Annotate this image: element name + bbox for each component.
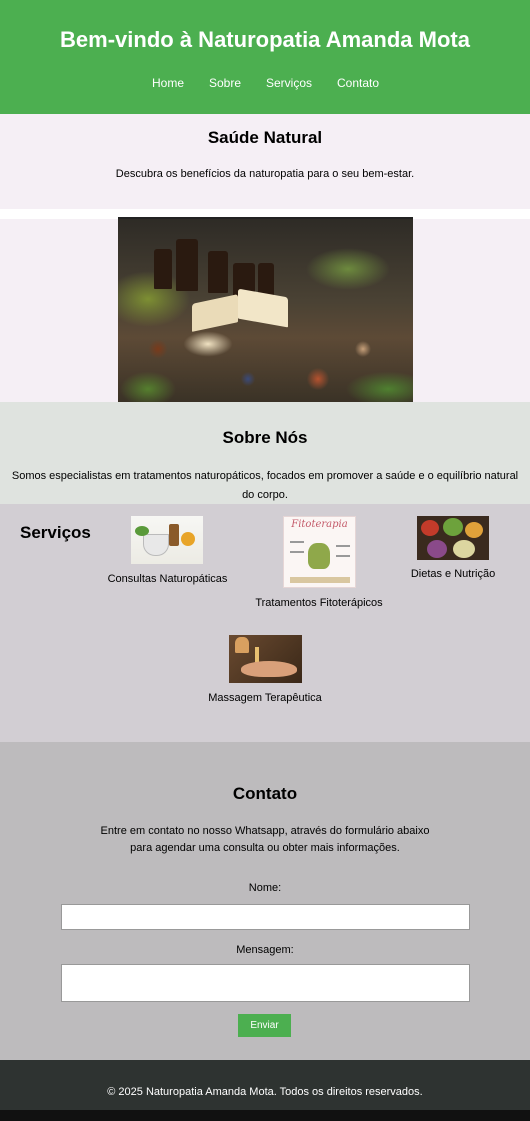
about-text: Somos especialistas em tratamentos natur…	[11, 470, 519, 501]
hero-herbal-image	[118, 217, 413, 402]
hero-title: Saúde Natural	[207, 128, 323, 147]
poster-text-line	[290, 551, 304, 553]
services-section: Serviços Consultas Naturopáticas Fitoter…	[0, 504, 530, 742]
food-bowl-shape	[465, 522, 483, 538]
poster-text-line	[336, 545, 350, 547]
site-footer: © 2025 Naturopatia Amanda Mota. Todos os…	[0, 1060, 530, 1110]
service-item-fitoterapicos[interactable]: Fitoterapia Tratamentos Fitoterápicos	[246, 516, 392, 616]
bottom-strip	[0, 1110, 530, 1121]
bottle-shape	[154, 249, 172, 289]
flower-shape	[181, 532, 195, 546]
contact-section: Contato Entre em contato no nosso Whatsa…	[0, 742, 530, 1060]
service-item-consultas[interactable]: Consultas Naturopáticas	[95, 516, 240, 606]
hand-shape	[241, 661, 297, 677]
footer-text: © 2025 Naturopatia Amanda Mota. Todos os…	[107, 1086, 423, 1098]
leaf-shape	[135, 526, 149, 536]
contact-title: Contato	[232, 784, 298, 803]
message-textarea[interactable]	[61, 964, 470, 1002]
service-item-dietas[interactable]: Dietas e Nutrição	[400, 516, 506, 596]
submit-button[interactable]: Enviar	[238, 1014, 291, 1037]
nav-link-home[interactable]: Home	[152, 76, 184, 90]
food-bowl-shape	[443, 518, 463, 536]
bottle-shape	[169, 524, 179, 546]
herbal-mortar-image	[131, 516, 203, 564]
poster-text-line	[336, 555, 350, 557]
hero-section: Saúde Natural Descubra os benefícios da …	[0, 114, 530, 402]
massage-oil-hands-image	[229, 635, 302, 683]
book-page-right	[238, 288, 288, 328]
plant-bowl-shape	[308, 543, 330, 569]
name-input[interactable]	[61, 904, 470, 930]
healthy-food-bowls-image	[417, 516, 489, 560]
bottle-shape	[208, 251, 228, 293]
site-title: Bem-vindo à Naturopatia Amanda Mota	[60, 27, 470, 52]
nav-link-contato[interactable]: Contato	[337, 76, 379, 90]
mortar-shape	[143, 534, 169, 556]
food-bowl-shape	[427, 540, 447, 558]
food-bowl-shape	[453, 540, 475, 558]
fitoterapia-poster-image: Fitoterapia	[283, 516, 356, 588]
book-page-left	[192, 294, 238, 332]
food-bowl-shape	[421, 520, 439, 536]
message-label: Mensagem:	[236, 944, 294, 956]
hero-subtitle: Descubra os benefícios da naturopatia pa…	[115, 168, 415, 180]
name-label: Nome:	[248, 882, 282, 894]
service-label: Consultas Naturopáticas	[107, 573, 228, 585]
service-label: Massagem Terapêutica	[208, 692, 322, 704]
about-title: Sobre Nós	[222, 428, 308, 447]
about-section: Sobre Nós Somos especialistas em tratame…	[0, 402, 530, 504]
site-header: Bem-vindo à Naturopatia Amanda Mota Home…	[0, 0, 530, 114]
nav-link-sobre[interactable]: Sobre	[209, 76, 241, 90]
service-label: Tratamentos Fitoterápicos	[255, 597, 383, 609]
service-label: Dietas e Nutrição	[410, 568, 496, 580]
poster-title: Fitoterapia	[291, 519, 348, 530]
services-title: Serviços	[20, 523, 91, 542]
oil-bottle-shape	[235, 637, 249, 653]
bottle-shape	[176, 239, 198, 291]
contact-text: Entre em contato no nosso Whatsapp, atra…	[100, 825, 430, 854]
herbs-shape	[290, 577, 350, 583]
poster-text-line	[290, 541, 304, 543]
nav-link-servicos[interactable]: Serviços	[266, 76, 312, 90]
service-item-massagem[interactable]: Massagem Terapêutica	[190, 635, 340, 709]
